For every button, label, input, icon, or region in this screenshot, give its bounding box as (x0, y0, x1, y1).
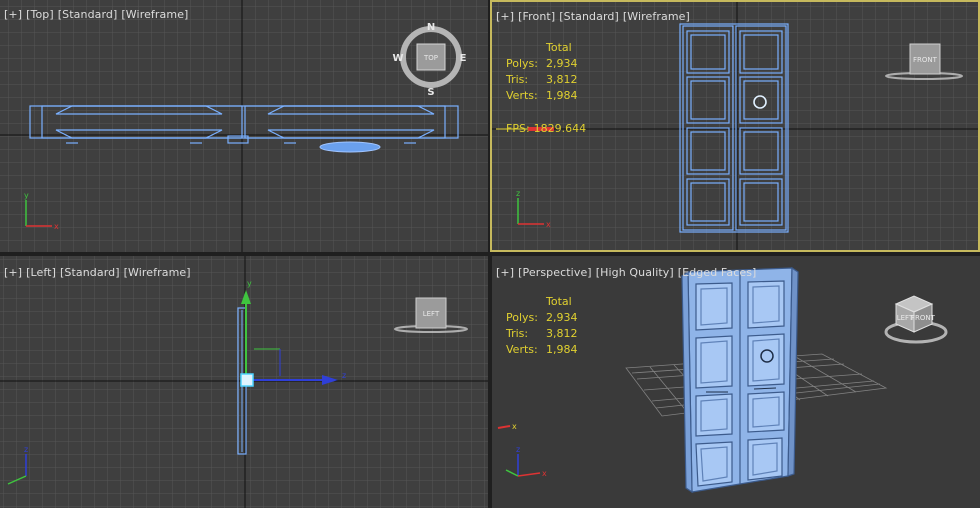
viewport-menu-plus[interactable]: [+] (4, 266, 22, 279)
stats-polys-value: 2,934 (546, 311, 578, 324)
viewport-label[interactable]: [+] [Left] [Standard] [Wireframe] (4, 266, 195, 279)
stats-verts-label: Verts: (506, 343, 538, 356)
viewport-menu-plus[interactable]: [+] (496, 266, 514, 279)
stats-polys-label: Polys: (506, 311, 538, 324)
axis-tripod: z (7, 445, 28, 485)
stats-tris-label: Tris: (506, 327, 529, 340)
axis-tripod: y x (24, 191, 59, 231)
stats-tris-value: 3,812 (546, 73, 578, 86)
svg-text:x: x (512, 422, 517, 431)
stats-polys-label: Polys: (506, 57, 538, 70)
viewport-display-mode[interactable]: [Wireframe] (124, 266, 191, 279)
fps-label: FPS: (506, 122, 530, 135)
axis-y-label: y (24, 191, 29, 200)
viewport-front[interactable]: [+] [Front] [Standard] [Wireframe] Total Po… (490, 0, 980, 252)
viewport-display-mode[interactable]: [Edged Faces] (678, 266, 757, 279)
viewport-view-name[interactable]: [Left] (26, 266, 56, 279)
viewport-left[interactable]: [+] [Left] [Standard] [Wireframe] y z LEFT … (0, 256, 488, 508)
stats-verts-value: 1,984 (546, 89, 578, 102)
stats-polys-value: 2,934 (546, 57, 578, 70)
statistics-panel: Total Polys: 2,934 Tris: 3,812 Verts: 1,984 (506, 40, 578, 104)
viewport-label[interactable]: [+] [Perspective] [High Quality] [Edged Fac… (496, 266, 760, 279)
viewport-perspective[interactable]: [+] [Perspective] [High Quality] [Edged Fac… (492, 256, 980, 508)
axis-x-label: x (546, 220, 551, 229)
stats-verts-value: 1,984 (546, 343, 578, 356)
viewport-view-name[interactable]: [Perspective] (518, 266, 592, 279)
viewport-view-name[interactable]: [Front] (518, 10, 555, 23)
axis-z-label: z (516, 189, 520, 198)
viewport-shading[interactable]: [High Quality] (596, 266, 674, 279)
viewport-menu-plus[interactable]: [+] (4, 8, 22, 21)
axis-x-label: x (54, 222, 59, 231)
stats-verts-label: Verts: (506, 89, 538, 102)
viewport-display-mode[interactable]: [Wireframe] (121, 8, 188, 21)
viewport-shading[interactable]: [Standard] (58, 8, 118, 21)
fps-value: 1829.644 (533, 122, 587, 135)
viewport-menu-plus[interactable]: [+] (496, 10, 514, 23)
viewport-shading[interactable]: [Standard] (559, 10, 619, 23)
stats-tris-value: 3,812 (546, 327, 578, 340)
viewport-shading[interactable]: [Standard] (60, 266, 120, 279)
viewport-label[interactable]: [+] [Front] [Standard] [Wireframe] (496, 10, 694, 23)
stats-header: Total (546, 295, 572, 308)
viewport-top[interactable]: [+] [Top] [Standard] [Wireframe] TOP N S E … (0, 0, 488, 252)
fps-readout: FPS: 1829.644 (506, 122, 586, 135)
statistics-panel: Total Polys: 2,934 Tris: 3,812 Verts: 1,984 (506, 294, 578, 358)
viewport-display-mode[interactable]: [Wireframe] (623, 10, 690, 23)
stats-tris-label: Tris: (506, 73, 529, 86)
viewport-label[interactable]: [+] [Top] [Standard] [Wireframe] (4, 8, 192, 21)
stats-header: Total (546, 41, 572, 54)
viewport-view-name[interactable]: [Top] (26, 8, 54, 21)
axis-z-label: z (24, 445, 28, 454)
